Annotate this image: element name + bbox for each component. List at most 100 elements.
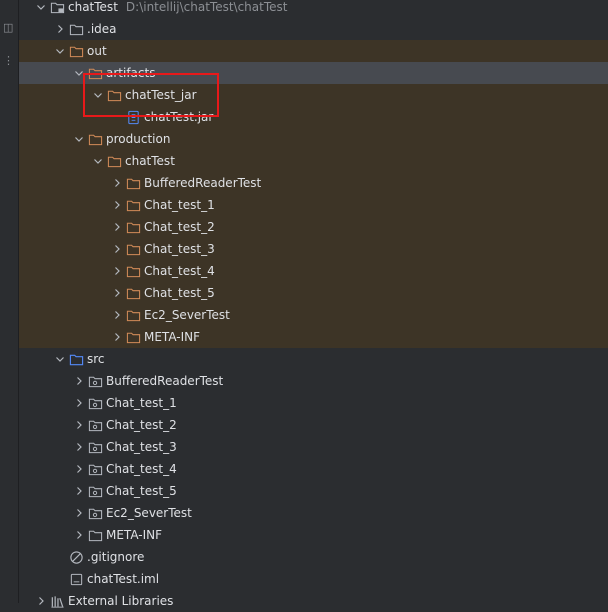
tree-item-label: META-INF — [144, 330, 201, 344]
chevron-right-icon[interactable] — [71, 392, 87, 414]
tree-item-label: Chat_test_2 — [144, 220, 215, 234]
ignored-file-icon — [68, 549, 84, 565]
tree-item-label: Chat_test_5 — [144, 286, 215, 300]
chevron-right-icon[interactable] — [109, 304, 125, 326]
tree-item-label: artifacts — [106, 66, 156, 80]
tree-row-src-chat-test-2[interactable]: Chat_test_2 — [19, 414, 608, 436]
tree-row-gitignore-file[interactable]: .gitignore — [19, 546, 608, 568]
tree-item-label: Chat_test_5 — [106, 484, 177, 498]
tree-row-out-ec2-severtest[interactable]: Ec2_SeverTest — [19, 304, 608, 326]
chevron-right-icon[interactable] — [71, 370, 87, 392]
chevron-right-icon[interactable] — [71, 436, 87, 458]
chevron-right-icon[interactable] — [71, 458, 87, 480]
tree-row-src-chat-test-4[interactable]: Chat_test_4 — [19, 458, 608, 480]
tool-window-strip: ◫ ⋮ — [0, 0, 19, 603]
excluded-folder-icon — [125, 175, 141, 191]
tree-item-label: Chat_test_2 — [106, 418, 177, 432]
tree-row-src-chat-test-1[interactable]: Chat_test_1 — [19, 392, 608, 414]
chevron-right-icon[interactable] — [33, 590, 49, 612]
tree-row-out-chat-test-1[interactable]: Chat_test_1 — [19, 194, 608, 216]
tree-row-chattest-jar-file[interactable]: chatTest.jar — [19, 106, 608, 128]
excluded-folder-icon — [125, 263, 141, 279]
chevron-right-icon[interactable] — [71, 502, 87, 524]
chevron-down-icon[interactable] — [33, 0, 49, 18]
tree-row-out-chat-test-2[interactable]: Chat_test_2 — [19, 216, 608, 238]
package-icon — [87, 439, 103, 455]
tree-item-label: META-INF — [106, 528, 163, 542]
chevron-down-icon[interactable] — [71, 62, 87, 84]
excluded-folder-icon — [106, 153, 122, 169]
package-icon — [87, 505, 103, 521]
chevron-down-icon[interactable] — [90, 150, 106, 172]
tree-row-out-folder[interactable]: out — [19, 40, 608, 62]
chevron-right-icon[interactable] — [109, 260, 125, 282]
tree-item-label: chatTest — [68, 0, 118, 14]
tree-row-out-chat-test-3[interactable]: Chat_test_3 — [19, 238, 608, 260]
excluded-folder-icon — [87, 65, 103, 81]
tree-row-root-item[interactable]: chatTest D:\intellij\chatTest\chatTest — [19, 0, 608, 18]
tree-item-label: out — [87, 44, 107, 58]
tree-row-out-bufferedreadertest[interactable]: BufferedReaderTest — [19, 172, 608, 194]
tree-row-src-chat-test-5[interactable]: Chat_test_5 — [19, 480, 608, 502]
chevron-right-icon[interactable] — [109, 194, 125, 216]
tree-item-label: Chat_test_3 — [144, 242, 215, 256]
chevron-right-icon[interactable] — [109, 282, 125, 304]
project-tree: chatTest D:\intellij\chatTest\chatTest .id… — [19, 0, 608, 612]
package-icon — [87, 373, 103, 389]
chevron-right-icon[interactable] — [52, 18, 68, 40]
tree-row-chattest-out-folder[interactable]: chatTest — [19, 150, 608, 172]
excluded-folder-icon — [106, 87, 122, 103]
tree-row-src-folder[interactable]: src — [19, 348, 608, 370]
project-path-label: D:\intellij\chatTest\chatTest — [125, 0, 288, 14]
library-icon — [49, 593, 65, 609]
chevron-down-icon[interactable] — [90, 84, 106, 106]
excluded-folder-icon — [68, 43, 84, 59]
tree-item-label: .idea — [87, 22, 117, 36]
tree-row-out-meta-inf[interactable]: META-INF — [19, 326, 608, 348]
folder-icon — [87, 527, 103, 543]
tree-item-label: .gitignore — [87, 550, 145, 564]
excluded-folder-icon — [125, 329, 141, 345]
chevron-down-icon[interactable] — [71, 128, 87, 150]
tree-item-label: Chat_test_4 — [106, 462, 177, 476]
tree-item-label: chatTest_jar — [125, 88, 197, 102]
module-folder-icon — [49, 0, 65, 15]
tree-item-label: BufferedReaderTest — [144, 176, 262, 190]
chevron-down-icon[interactable] — [52, 348, 68, 370]
chevron-right-icon[interactable] — [109, 238, 125, 260]
chevron-right-icon[interactable] — [71, 480, 87, 502]
jar-file-icon — [125, 109, 141, 125]
tree-row-out-chat-test-5[interactable]: Chat_test_5 — [19, 282, 608, 304]
structure-icon[interactable]: ◫ — [3, 22, 13, 33]
excluded-folder-icon — [125, 219, 141, 235]
tree-row-src-chat-test-3[interactable]: Chat_test_3 — [19, 436, 608, 458]
tree-item-label: chatTest.jar — [144, 110, 214, 124]
chevron-right-icon[interactable] — [109, 216, 125, 238]
package-icon — [87, 483, 103, 499]
tree-item-label: External Libraries — [68, 594, 174, 608]
folder-icon — [68, 21, 84, 37]
tree-row-src-bufferedreadertest[interactable]: BufferedReaderTest — [19, 370, 608, 392]
tree-item-label: Chat_test_1 — [144, 198, 215, 212]
chevron-right-icon[interactable] — [71, 524, 87, 546]
tree-row-external-libraries[interactable]: External Libraries — [19, 590, 608, 612]
tree-row-chattest-iml-file[interactable]: chatTest.iml — [19, 568, 608, 590]
tree-row-src-meta-inf[interactable]: META-INF — [19, 524, 608, 546]
package-icon — [87, 461, 103, 477]
tree-row-src-ec2-severtest[interactable]: Ec2_SeverTest — [19, 502, 608, 524]
tree-row-production-folder[interactable]: production — [19, 128, 608, 150]
package-icon — [87, 417, 103, 433]
tree-row-artifacts-folder[interactable]: artifacts — [19, 62, 608, 84]
excluded-folder-icon — [125, 197, 141, 213]
tree-row-out-chat-test-4[interactable]: Chat_test_4 — [19, 260, 608, 282]
tree-row-chattest-jar-folder[interactable]: chatTest_jar — [19, 84, 608, 106]
chevron-down-icon[interactable] — [52, 40, 68, 62]
chevron-right-icon[interactable] — [71, 414, 87, 436]
more-options-icon[interactable]: ⋮ — [3, 55, 14, 66]
tree-row-idea-folder[interactable]: .idea — [19, 18, 608, 40]
chevron-right-icon[interactable] — [109, 326, 125, 348]
iml-file-icon — [68, 571, 84, 587]
excluded-folder-icon — [87, 131, 103, 147]
excluded-folder-icon — [125, 307, 141, 323]
chevron-right-icon[interactable] — [109, 172, 125, 194]
